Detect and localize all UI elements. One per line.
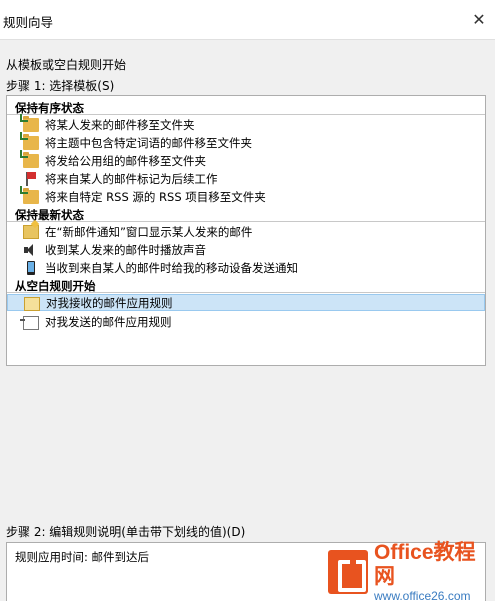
folder-move-icon: [20, 185, 39, 204]
folder-move-icon: [20, 149, 39, 168]
template-item-mobile-notify[interactable]: 当收到来自某人的邮件时给我的移动设备发送通知: [15, 259, 477, 276]
template-item-move-from-sender[interactable]: 将某人发来的邮件移至文件夹: [15, 113, 477, 133]
watermark: Office教程网 www.office26.com: [328, 541, 495, 601]
template-item-apply-received[interactable]: 对我接收的邮件应用规则: [7, 294, 485, 311]
template-item-play-sound[interactable]: 收到某人发来的邮件时播放声音: [15, 241, 477, 258]
rule-description-text: 规则应用时间: 邮件到达后: [15, 550, 150, 564]
template-item-flag-followup[interactable]: 将来自某人的邮件标记为后续工作: [15, 170, 477, 187]
template-item-label: 对我发送的邮件应用规则: [45, 314, 172, 329]
envelope-star-icon: [23, 224, 39, 239]
flag-icon: [23, 171, 39, 186]
template-item-move-rss[interactable]: 将来自特定 RSS 源的 RSS 项目移至文件夹: [15, 185, 477, 205]
step1-label: 步骤 1: 选择模板(S): [6, 79, 115, 93]
group-divider: [7, 292, 485, 293]
group-header-uptodate: 保持最新状态: [15, 208, 84, 222]
template-item-label: 将来自特定 RSS 源的 RSS 项目移至文件夹: [45, 189, 266, 204]
template-item-label: 将来自某人的邮件标记为后续工作: [45, 171, 218, 186]
template-item-label: 将某人发来的邮件移至文件夹: [45, 117, 195, 132]
template-item-new-mail-alert[interactable]: 在“新邮件通知”窗口显示某人发来的邮件: [15, 223, 477, 240]
start-label: 从模板或空白规则开始: [6, 58, 127, 72]
speaker-icon: [23, 243, 39, 257]
watermark-url: www.office26.com: [374, 589, 471, 601]
folder-move-icon: [20, 131, 39, 150]
folder-move-icon: [20, 113, 39, 132]
window-title: 规则向导: [3, 15, 54, 30]
template-item-move-public-group[interactable]: 将发给公用组的邮件移至文件夹: [15, 149, 477, 169]
template-item-label: 当收到来自某人的邮件时给我的移动设备发送通知: [45, 260, 298, 275]
group-header-blank: 从空白规则开始: [15, 279, 96, 293]
office-logo-icon: [328, 550, 368, 594]
step2-label: 步骤 2: 编辑规则说明(单击带下划线的值)(D): [6, 525, 246, 539]
close-icon[interactable]: ✕: [469, 9, 489, 29]
template-item-label: 将主题中包含特定词语的邮件移至文件夹: [45, 135, 252, 150]
group-divider: [7, 221, 485, 222]
template-item-label: 在“新邮件通知”窗口显示某人发来的邮件: [45, 224, 253, 239]
group-header-organized: 保持有序状态: [15, 101, 84, 115]
group-divider: [7, 114, 485, 115]
outbox-icon: [20, 315, 39, 330]
template-item-label: 收到某人发来的邮件时播放声音: [45, 242, 206, 257]
template-item-apply-sent[interactable]: 对我发送的邮件应用规则: [15, 313, 477, 330]
template-item-label: 对我接收的邮件应用规则: [46, 295, 173, 310]
watermark-title: Office教程网: [374, 541, 476, 588]
inbox-icon: [24, 296, 40, 311]
template-listbox[interactable]: 保持有序状态 将某人发来的邮件移至文件夹 将主题中包含特定词语的邮件移至文件夹 …: [6, 95, 486, 366]
mobile-device-icon: [23, 260, 39, 275]
template-item-label: 将发给公用组的邮件移至文件夹: [45, 153, 206, 168]
template-item-move-by-subject[interactable]: 将主题中包含特定词语的邮件移至文件夹: [15, 131, 477, 151]
title-bar: 规则向导 ✕: [0, 0, 495, 40]
